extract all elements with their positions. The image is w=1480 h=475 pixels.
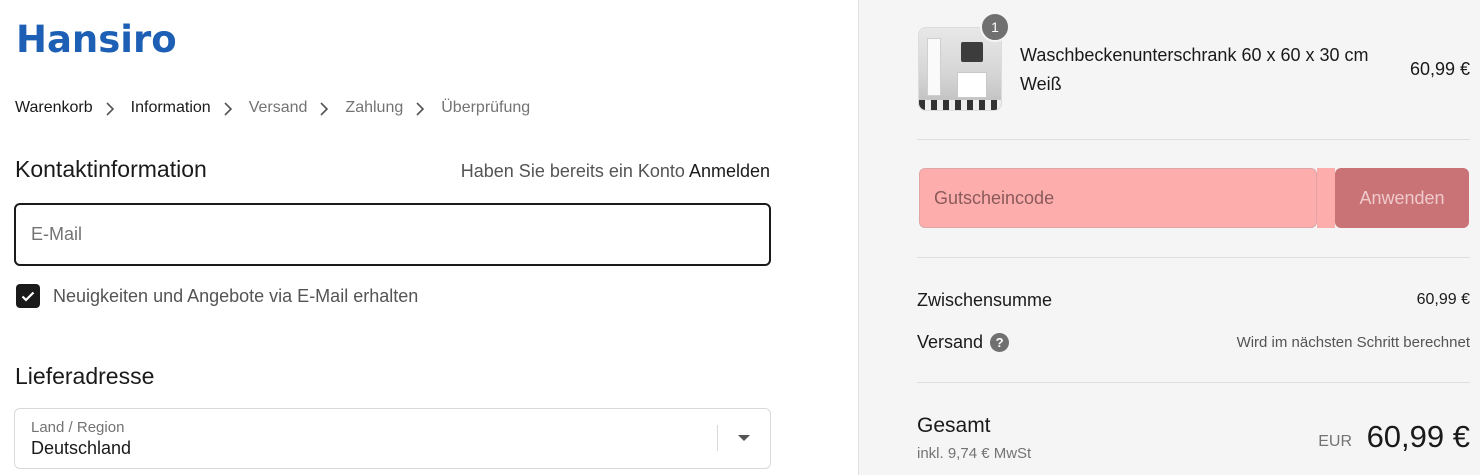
- country-caption: Land / Region: [31, 419, 125, 436]
- chevron-right-icon: [93, 99, 131, 117]
- apply-coupon-button[interactable]: Anwenden: [1335, 168, 1469, 228]
- login-prompt: Haben Sie bereits ein Konto: [460, 161, 685, 181]
- subtotal-label: Zwischensumme: [917, 290, 1053, 310]
- shipping-label: Versand: [917, 332, 984, 352]
- email-input[interactable]: [16, 205, 769, 264]
- chevron-down-icon: [738, 435, 750, 441]
- shipping-address-title: Lieferadresse: [15, 363, 155, 389]
- divider: [917, 139, 1470, 140]
- breadcrumb-shipping: Versand: [248, 99, 308, 116]
- select-divider: [717, 425, 718, 451]
- total-label: Gesamt: [917, 414, 991, 437]
- breadcrumb-review: Überprüfung: [441, 99, 531, 116]
- quantity-badge: 1: [980, 12, 1010, 42]
- total-currency: EUR: [1318, 433, 1352, 450]
- help-icon[interactable]: ?: [990, 333, 1010, 352]
- email-field[interactable]: [14, 203, 771, 266]
- chevron-right-icon: [307, 99, 345, 117]
- tax-note: inkl. 9,74 € MwSt: [917, 445, 1032, 462]
- newsletter-label: Neuigkeiten und Angebote via E-Mail erha…: [53, 285, 419, 306]
- product-price: 60,99 €: [1409, 59, 1470, 79]
- order-summary: 1 Waschbeckenunterschrank 60 x 60 x 30 c…: [858, 0, 1480, 475]
- country-select[interactable]: Land / Region Deutschland: [14, 408, 771, 469]
- chevron-right-icon: [403, 99, 441, 117]
- newsletter-option[interactable]: Neuigkeiten und Angebote via E-Mail erha…: [16, 284, 418, 308]
- checkmark-icon: [21, 291, 35, 302]
- newsletter-checkbox[interactable]: [16, 284, 40, 308]
- shipping-row: Versand?: [917, 332, 1010, 353]
- subtotal-value: 60,99 €: [1416, 291, 1470, 308]
- divider: [917, 257, 1470, 258]
- divider: [917, 382, 1470, 383]
- country-value: Deutschland: [31, 438, 132, 458]
- product-name: Waschbeckenunterschrank 60 x 60 x 30 cm …: [1020, 45, 1369, 94]
- shipping-value: Wird im nächsten Schritt berechnet: [1236, 334, 1470, 351]
- coupon-field[interactable]: [919, 168, 1317, 228]
- breadcrumb-information: Information: [130, 99, 211, 116]
- checkout-main: Hansiro Warenkorb Information Versand Za…: [0, 0, 858, 475]
- contact-section-title: Kontaktinformation: [15, 156, 207, 182]
- login-hint: Haben Sie bereits ein Konto Anmelden: [461, 161, 770, 182]
- total-amount: 60,99 €: [1366, 419, 1470, 454]
- breadcrumb-payment: Zahlung: [345, 99, 404, 116]
- brand-logo[interactable]: Hansiro: [16, 18, 177, 61]
- breadcrumb: Warenkorb Information Versand Zahlung Üb…: [15, 99, 530, 117]
- chevron-right-icon: [211, 99, 249, 117]
- login-link[interactable]: Anmelden: [689, 161, 770, 181]
- coupon-input[interactable]: [920, 169, 1316, 227]
- breadcrumb-cart[interactable]: Warenkorb: [15, 99, 93, 117]
